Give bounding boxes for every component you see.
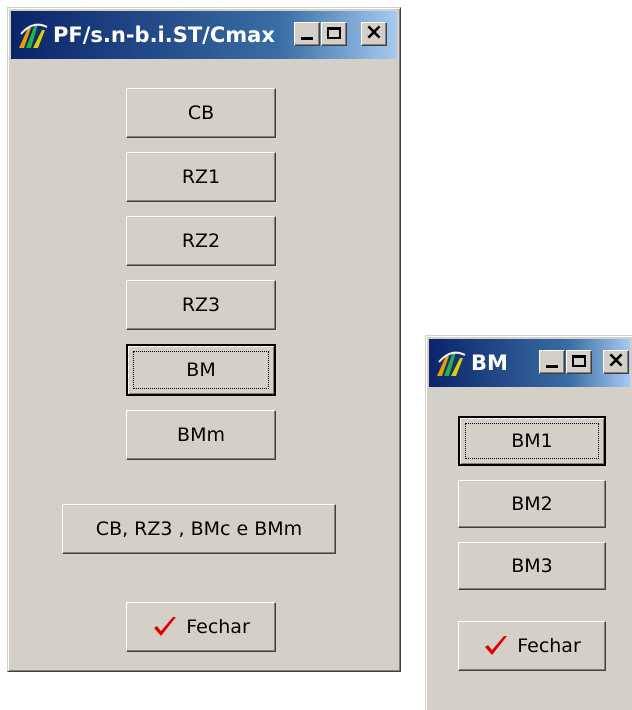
window-title: PF/s.n-b.i.ST/Cmax <box>53 23 275 47</box>
main-window: PF/s.n-b.i.ST/Cmax × CB RZ1 RZ2 RZ3 BM B… <box>7 7 401 672</box>
button-label: BMm <box>177 424 225 446</box>
window-title: BM <box>471 351 508 375</box>
focus-ring <box>465 423 599 459</box>
rz3-button[interactable]: RZ3 <box>126 280 276 330</box>
bm3-button[interactable]: BM3 <box>458 542 606 590</box>
button-label: CB <box>187 102 215 124</box>
button-label: Fechar <box>186 616 250 638</box>
close-icon: × <box>364 20 384 45</box>
button-label: RZ2 <box>181 230 221 252</box>
bmm-button[interactable]: BMm <box>126 410 276 460</box>
bm2-button[interactable]: BM2 <box>458 480 606 528</box>
maximize-icon <box>572 355 586 367</box>
close-fechar-button[interactable]: Fechar <box>458 621 606 671</box>
title-bar[interactable]: PF/s.n-b.i.ST/Cmax × <box>11 11 397 59</box>
button-label: RZ3 <box>181 294 221 316</box>
close-button[interactable]: × <box>603 348 629 374</box>
maximize-button[interactable] <box>566 350 592 374</box>
app-icon[interactable] <box>434 346 468 380</box>
bm1-button[interactable]: BM1 <box>458 416 606 466</box>
app-icon[interactable] <box>16 18 50 52</box>
cb-rz3-bmc-bmm-button[interactable]: CB, RZ3 , BMc e BMm <box>62 504 336 554</box>
close-button[interactable]: × <box>361 20 387 46</box>
button-label: BM2 <box>511 493 553 515</box>
button-label: CB, RZ3 , BMc e BMm <box>95 518 303 540</box>
bm-button[interactable]: BM <box>126 344 276 396</box>
button-label: Fechar <box>517 635 581 657</box>
checkmark-icon <box>485 636 508 655</box>
minimize-button[interactable] <box>294 22 320 46</box>
bm-window: BM × BM1 BM2 BM3 Fechar <box>425 335 632 710</box>
close-icon: × <box>606 348 626 373</box>
checkmark-icon <box>154 617 177 636</box>
maximize-button[interactable] <box>321 22 347 46</box>
title-bar[interactable]: BM × <box>429 339 630 387</box>
minimize-button[interactable] <box>539 350 565 374</box>
cb-button[interactable]: CB <box>126 88 276 138</box>
rz1-button[interactable]: RZ1 <box>126 152 276 202</box>
minimize-icon <box>301 37 313 40</box>
rz2-button[interactable]: RZ2 <box>126 216 276 266</box>
focus-ring <box>133 351 269 389</box>
button-label: RZ1 <box>181 166 221 188</box>
close-fechar-button[interactable]: Fechar <box>126 602 276 652</box>
maximize-icon <box>327 27 341 39</box>
button-label: BM3 <box>511 555 553 577</box>
minimize-icon <box>546 365 558 368</box>
